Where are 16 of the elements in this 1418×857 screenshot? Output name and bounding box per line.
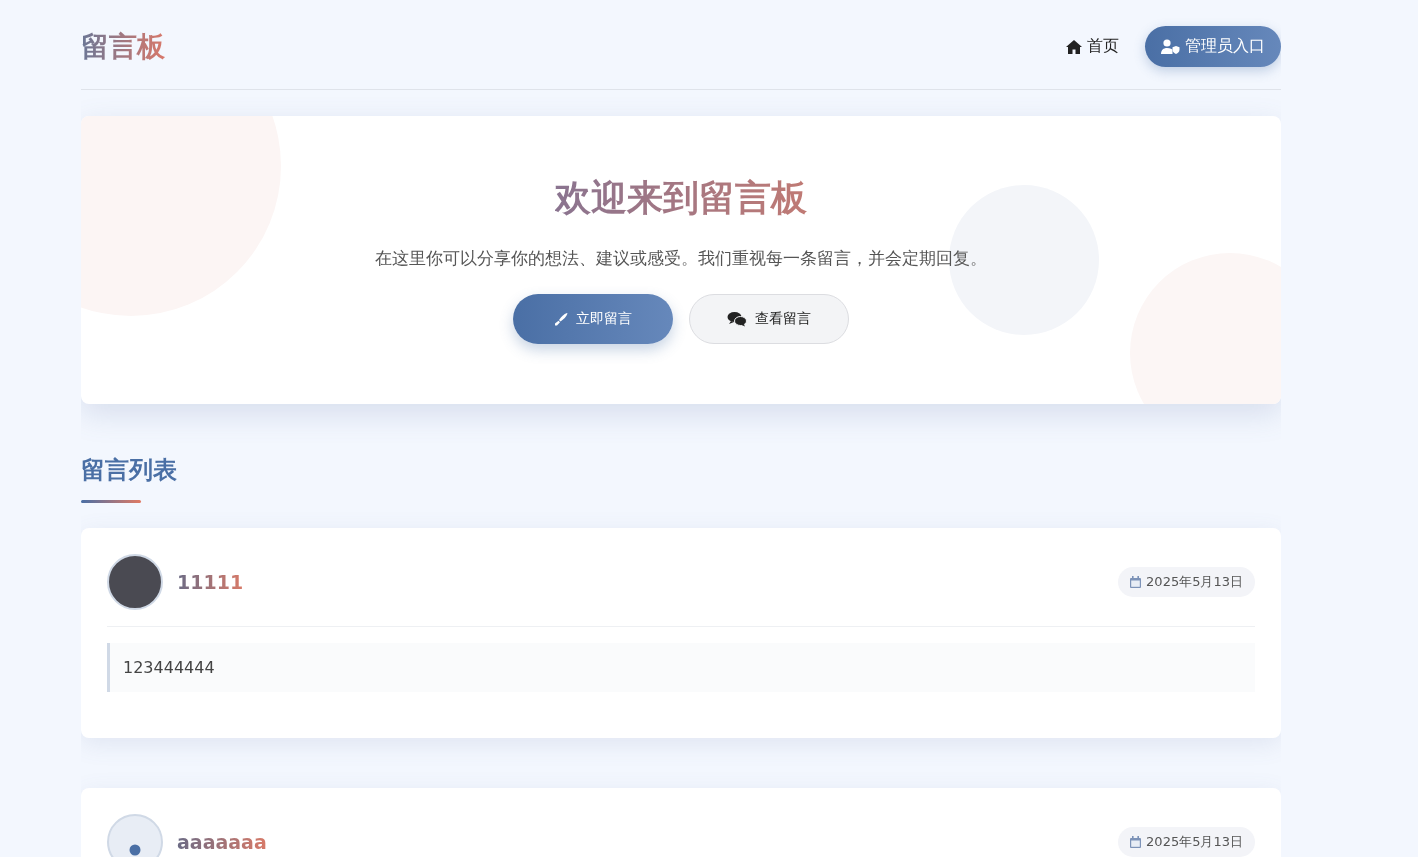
section-title: 留言列表 <box>81 455 178 486</box>
user-shield-icon <box>1161 39 1180 54</box>
home-icon <box>1066 39 1082 54</box>
message-content: 123444444 <box>107 643 1255 692</box>
date-text: 2025年5月13日 <box>1146 573 1243 591</box>
view-messages-button[interactable]: 查看留言 <box>689 294 849 344</box>
date-text: 2025年5月13日 <box>1146 833 1243 851</box>
comments-icon <box>727 311 747 327</box>
admin-button[interactable]: 管理员入口 <box>1145 26 1281 67</box>
nav-link[interactable]: 首页 <box>1066 36 1119 57</box>
avatar-photo-placeholder <box>107 554 163 610</box>
calendar-icon <box>1130 836 1142 848</box>
hero-subtitle: 在这里你可以分享你的想法、建议或感受。我们重视每一条留言，并会定期回复。 <box>375 247 987 270</box>
calendar-icon <box>1130 576 1142 588</box>
pen-icon <box>554 312 568 326</box>
write-message-button[interactable]: 立即留言 <box>513 294 673 344</box>
